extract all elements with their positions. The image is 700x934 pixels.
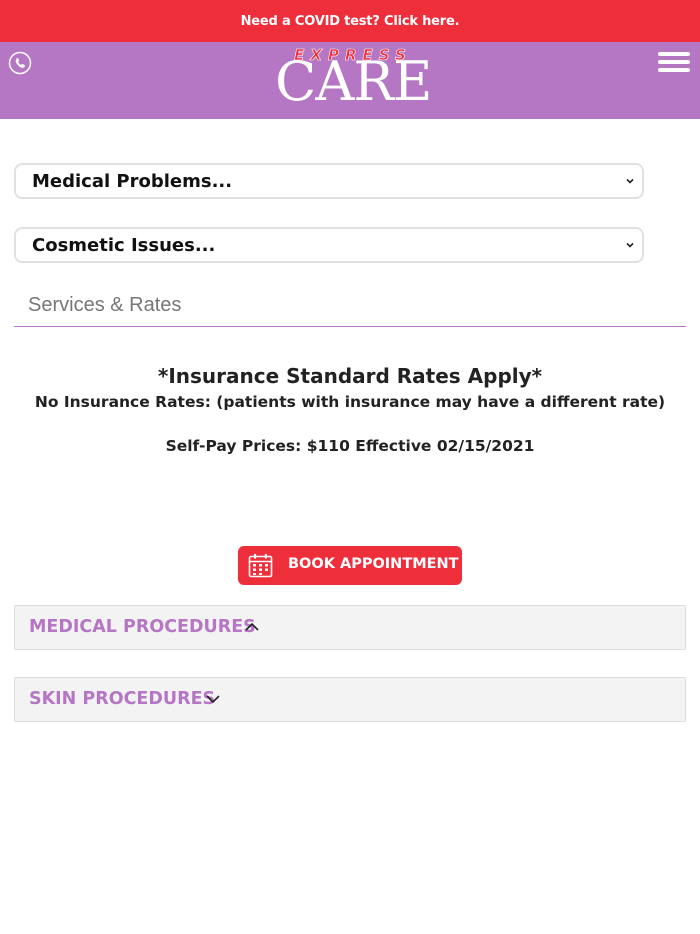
tab-services-rates[interactable]: Services & Rates bbox=[14, 289, 686, 327]
tab-services-rates-label: Services & Rates bbox=[28, 294, 182, 316]
logo-care-text: CARE bbox=[275, 50, 432, 113]
skin-procedures-title: SKIN PROCEDURES bbox=[29, 689, 216, 709]
chevron-down-icon bbox=[626, 178, 634, 184]
covid-banner: Need a COVID test? Click here. bbox=[0, 0, 700, 42]
skin-procedures-accordion[interactable]: SKIN PROCEDURES bbox=[14, 677, 686, 722]
site-header: EXPRESS CARE bbox=[0, 42, 700, 119]
express-care-logo[interactable]: EXPRESS CARE bbox=[275, 46, 432, 113]
hamburger-menu-icon[interactable] bbox=[658, 51, 690, 73]
chevron-up-icon bbox=[245, 622, 259, 631]
calendar-icon bbox=[248, 553, 273, 578]
medical-procedures-title: MEDICAL PROCEDURES bbox=[29, 617, 256, 637]
medical-problems-select[interactable]: Medical Problems... bbox=[14, 163, 644, 199]
cosmetic-issues-select-label: Cosmetic Issues... bbox=[32, 234, 216, 256]
chevron-down-icon bbox=[206, 695, 220, 704]
self-pay-price-text: Self-Pay Prices: $110 Effective 02/15/20… bbox=[165, 437, 535, 455]
phone-icon[interactable] bbox=[8, 51, 32, 75]
no-insurance-rates-text: No Insurance Rates: (patients with insur… bbox=[34, 393, 666, 411]
covid-test-link[interactable]: Need a COVID test? Click here. bbox=[241, 14, 460, 29]
chevron-down-icon bbox=[626, 242, 634, 248]
insurance-rates-heading: *Insurance Standard Rates Apply* bbox=[157, 364, 543, 388]
medical-procedures-accordion[interactable]: MEDICAL PROCEDURES bbox=[14, 605, 686, 650]
medical-problems-select-label: Medical Problems... bbox=[32, 170, 233, 192]
book-appointment-label: BOOK APPOINTMENT bbox=[288, 556, 459, 572]
cosmetic-issues-select[interactable]: Cosmetic Issues... bbox=[14, 227, 644, 263]
book-appointment-button[interactable]: BOOK APPOINTMENT bbox=[238, 546, 462, 585]
